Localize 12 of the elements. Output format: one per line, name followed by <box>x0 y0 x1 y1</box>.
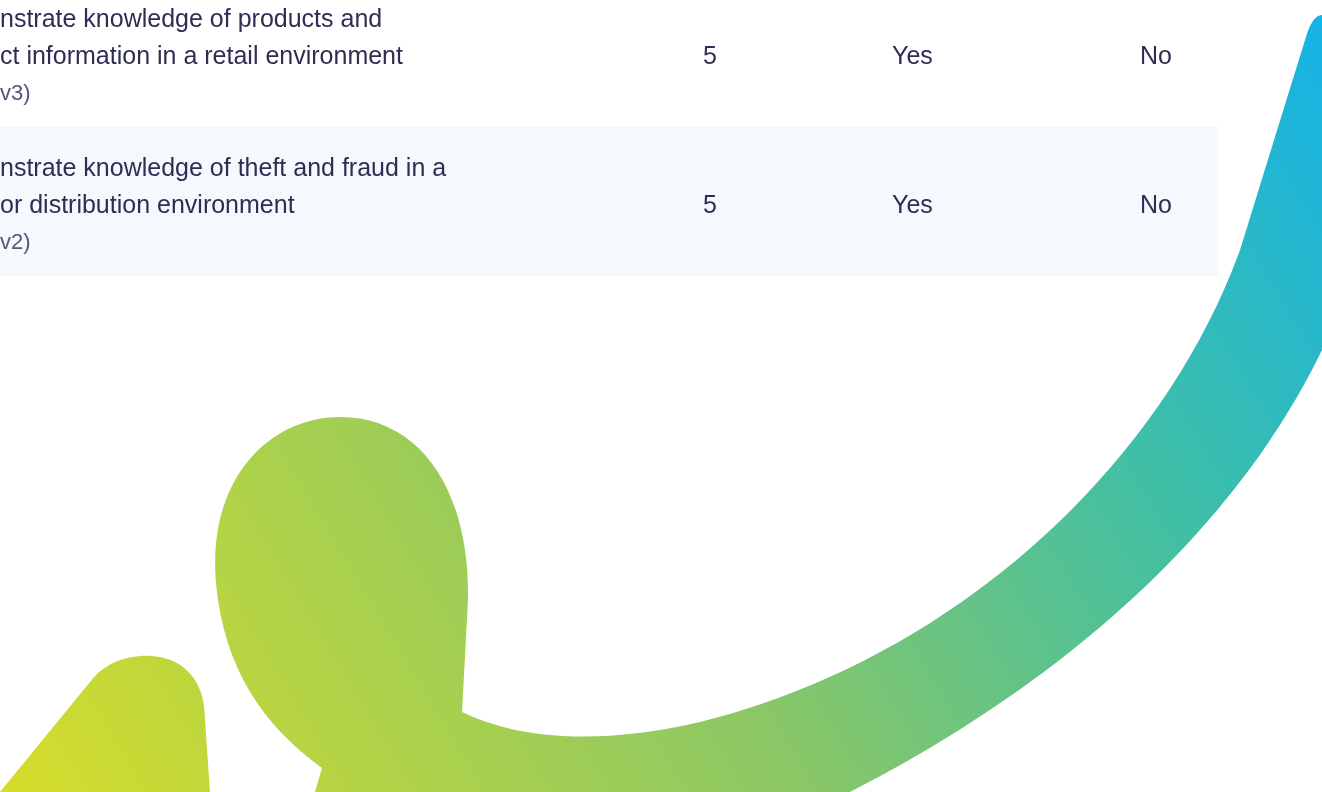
unit-title-line: or distribution environment <box>0 189 295 220</box>
credits-cell: 5 <box>703 189 717 218</box>
unit-title-line: nstrate knowledge of theft and fraud in a <box>0 152 447 183</box>
unit-title-line: ct information in a retail environment <box>0 40 403 71</box>
table-cell: Yes <box>892 189 933 218</box>
credits-cell: 5 <box>703 40 717 69</box>
table-cell: No <box>1140 40 1172 69</box>
version-text: v2) <box>0 228 31 256</box>
table-cell: No <box>1140 189 1172 218</box>
version-text: v3) <box>0 79 31 107</box>
table-cell: Yes <box>892 40 933 69</box>
unit-title-line: nstrate knowledge of products and <box>0 3 383 34</box>
